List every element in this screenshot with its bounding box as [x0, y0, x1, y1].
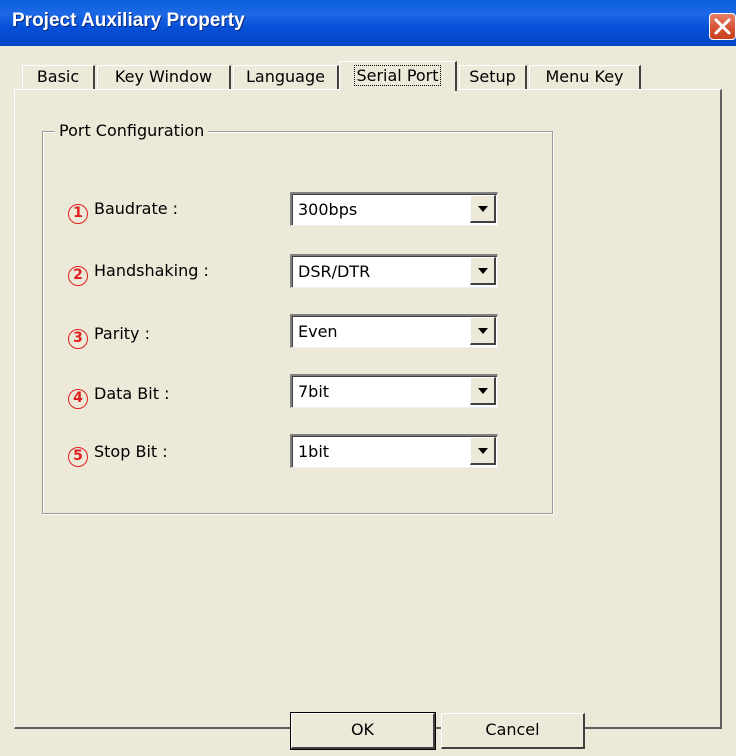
data-bit-label: 4 Data Bit : — [68, 384, 169, 409]
chevron-down-icon — [478, 328, 488, 334]
chevron-down-icon — [478, 268, 488, 274]
dropdown-button[interactable] — [470, 195, 496, 223]
cancel-button[interactable]: Cancel — [441, 713, 585, 749]
select-value: 1bit — [298, 442, 330, 461]
label-text: Stop Bit : — [94, 442, 168, 461]
chevron-down-icon — [478, 206, 488, 212]
close-icon — [714, 18, 731, 35]
data-bit-select[interactable]: 7bit — [290, 374, 498, 408]
parity-label: 3 Parity : — [68, 324, 150, 349]
button-label: Cancel — [485, 720, 540, 739]
tab-menu-key[interactable]: Menu Key — [529, 65, 641, 89]
chevron-down-icon — [478, 448, 488, 454]
select-value: 300bps — [298, 200, 358, 219]
close-button[interactable] — [709, 13, 736, 40]
number-badge: 2 — [68, 266, 88, 286]
handshaking-select[interactable]: DSR/DTR — [290, 254, 498, 288]
label-text: Parity : — [94, 324, 150, 343]
number-badge: 4 — [68, 389, 88, 409]
select-value: 7bit — [298, 382, 330, 401]
baudrate-select[interactable]: 300bps — [290, 192, 498, 226]
tab-key-window[interactable]: Key Window — [97, 65, 231, 89]
label-text: Data Bit : — [94, 384, 170, 403]
baudrate-label: 1 Baudrate : — [68, 199, 178, 224]
window-title: Project Auxiliary Property — [12, 10, 245, 31]
tab-label: Basic — [36, 67, 80, 86]
tab-basic[interactable]: Basic — [22, 65, 95, 89]
group-legend: Port Configuration — [55, 121, 209, 140]
select-value: DSR/DTR — [298, 262, 371, 281]
dropdown-button[interactable] — [470, 377, 496, 405]
label-text: Baudrate : — [94, 199, 179, 218]
number-badge: 1 — [68, 204, 88, 224]
tab-setup[interactable]: Setup — [459, 65, 527, 89]
dropdown-button[interactable] — [470, 317, 496, 345]
tab-serial-port[interactable]: Serial Port — [339, 61, 457, 91]
number-badge: 3 — [68, 329, 88, 349]
title-bar: Project Auxiliary Property — [0, 0, 736, 46]
parity-select[interactable]: Even — [290, 314, 498, 348]
label-text: Handshaking : — [94, 261, 209, 280]
chevron-down-icon — [478, 388, 488, 394]
dropdown-button[interactable] — [470, 437, 496, 465]
button-label: OK — [350, 720, 375, 739]
number-badge: 5 — [68, 447, 88, 467]
tab-label: Key Window — [114, 67, 213, 86]
handshaking-label: 2 Handshaking : — [68, 261, 209, 286]
ok-button[interactable]: OK — [290, 712, 436, 750]
dialog-body: Basic Key Window Language Serial Port Se… — [0, 46, 736, 756]
dropdown-button[interactable] — [470, 257, 496, 285]
tab-label: Serial Port — [354, 65, 441, 86]
stop-bit-label: 5 Stop Bit : — [68, 442, 168, 467]
select-value: Even — [298, 322, 338, 341]
tab-label: Setup — [469, 67, 516, 86]
stop-bit-select[interactable]: 1bit — [290, 434, 498, 468]
tab-strip: Basic Key Window Language Serial Port Se… — [0, 46, 736, 91]
tab-label: Language — [246, 67, 325, 86]
tab-language[interactable]: Language — [233, 65, 339, 89]
tab-label: Menu Key — [545, 67, 624, 86]
